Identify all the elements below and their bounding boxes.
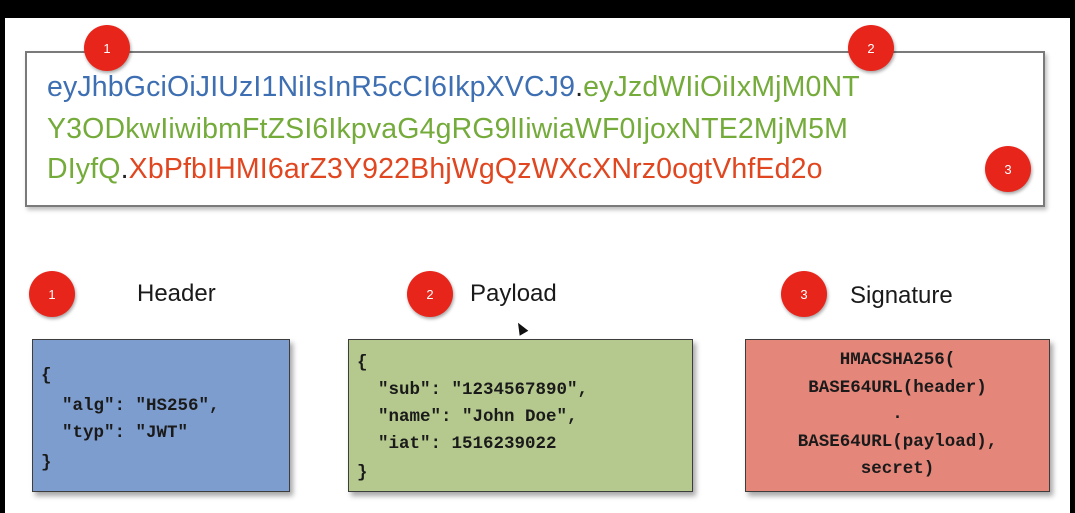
code-line: {: [41, 366, 52, 386]
token-payload-part: Y3ODkwIiwibmFtZSI6IkpvaG4gRG9lIiwiaWF0Ij…: [47, 113, 849, 145]
code-line: }: [357, 463, 368, 483]
code-line: "alg": "HS256",: [41, 396, 220, 416]
payload-json-box: { "sub": "1234567890", "name": "John Doe…: [348, 339, 693, 492]
token-signature-part: XbPfbIHMI6arZ3Y922BhjWgQzWXcXNrz0ogtVhfE…: [128, 153, 823, 185]
code-line: "typ": "JWT": [41, 423, 189, 443]
token-line-2: Y3ODkwIiwibmFtZSI6IkpvaG4gRG9lIiwiaWF0Ij…: [47, 113, 848, 146]
code-line: .: [892, 404, 903, 424]
header-json-box: { "alg": "HS256", "typ": "JWT" }: [32, 339, 290, 492]
token-line-3: DIyfQ.XbPfbIHMI6arZ3Y922BhjWgQzWXcXNrz0o…: [47, 153, 823, 186]
badge-1-header: 1: [29, 271, 75, 317]
signature-title: Signature: [850, 282, 953, 309]
code-line: "sub": "1234567890",: [357, 380, 589, 400]
token-line-1: eyJhbGciOiJIUzI1NiIsInR5cCI6IkpXVCJ9.eyJ…: [47, 71, 860, 104]
badge-2-payload: 2: [407, 271, 453, 317]
badge-3-signature: 3: [781, 271, 827, 317]
code-line: "name": "John Doe",: [357, 407, 578, 427]
jwt-token-box: eyJhbGciOiJIUzI1NiIsInR5cCI6IkpXVCJ9.eyJ…: [25, 51, 1045, 207]
code-line: {: [357, 353, 368, 373]
badge-2-token: 2: [848, 25, 894, 71]
badge-3-token: 3: [985, 146, 1031, 192]
code-line: }: [41, 453, 52, 473]
token-header-part: eyJhbGciOiJIUzI1NiIsInR5cCI6IkpXVCJ9: [47, 71, 576, 103]
token-dot: .: [120, 153, 129, 185]
signature-formula-box: HMACSHA256( BASE64URL(header) . BASE64UR…: [745, 339, 1050, 492]
payload-title: Payload: [470, 280, 557, 307]
code-line: BASE64URL(payload),: [797, 432, 998, 452]
token-dot: .: [575, 71, 584, 103]
code-line: HMACSHA256(: [839, 350, 956, 370]
code-line: secret): [860, 459, 935, 479]
token-payload-part: eyJzdWIiOiIxMjM0NT: [583, 71, 860, 103]
badge-1-token: 1: [84, 25, 130, 71]
code-line: "iat": 1516239022: [357, 434, 557, 454]
header-title: Header: [137, 280, 216, 307]
token-payload-part: DIyfQ: [47, 153, 121, 185]
code-line: BASE64URL(header): [808, 378, 987, 398]
